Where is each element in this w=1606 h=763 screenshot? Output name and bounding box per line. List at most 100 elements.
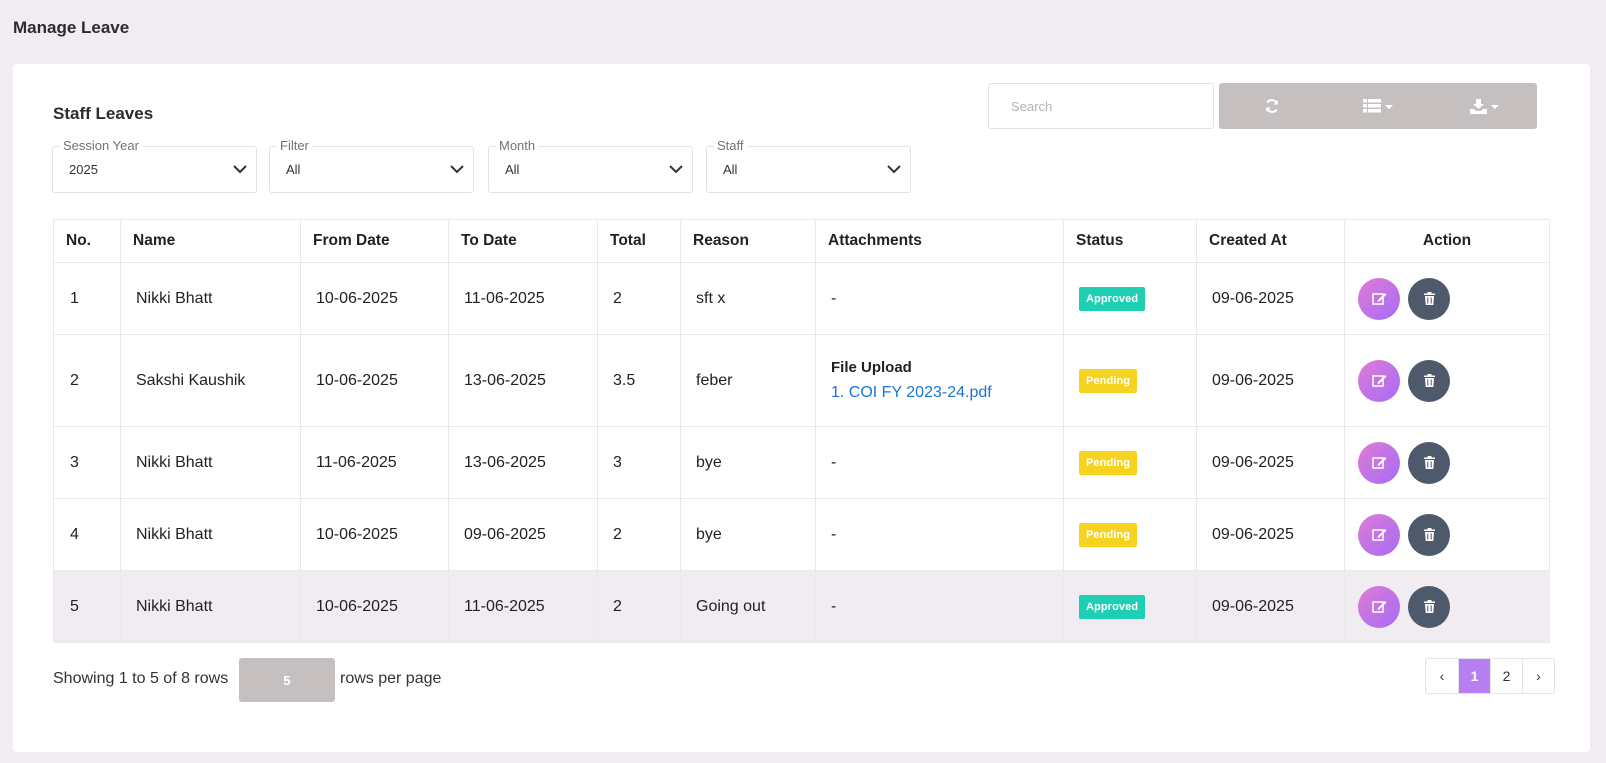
staff-value: All <box>723 162 738 177</box>
delete-button[interactable] <box>1408 513 1450 556</box>
refresh-icon <box>1266 99 1278 113</box>
chevron-down-icon <box>450 165 464 174</box>
chevron-down-icon <box>669 165 683 174</box>
session-year-label: Session Year <box>60 137 142 155</box>
chevron-down-icon <box>887 165 901 174</box>
column-header-attachments[interactable]: Attachments <box>815 219 1064 263</box>
delete-button[interactable] <box>1408 441 1450 484</box>
delete-button[interactable] <box>1408 277 1450 320</box>
column-header-created-at[interactable]: Created At <box>1196 219 1345 263</box>
next-page-button[interactable]: › <box>1522 659 1554 693</box>
row-to-date: 11-06-2025 <box>448 262 598 335</box>
table-row: 5 Nikki Bhatt 10-06-2025 11-06-2025 2 Go… <box>53 570 1550 643</box>
staff-label: Staff <box>714 137 747 155</box>
page-title: Manage Leave <box>13 18 130 37</box>
row-status-cell: Pending <box>1063 334 1197 427</box>
row-no: 1 <box>53 262 121 335</box>
month-select[interactable]: Month All <box>488 137 693 193</box>
row-from-date: 10-06-2025 <box>300 334 449 427</box>
row-no: 5 <box>53 570 121 643</box>
edit-icon <box>1371 375 1386 387</box>
row-status-cell: Approved <box>1063 262 1197 335</box>
trash-icon <box>1423 528 1435 541</box>
delete-button[interactable] <box>1408 359 1450 402</box>
pagination-info: Showing 1 to 5 of 8 rows <box>53 670 229 687</box>
column-header-name[interactable]: Name <box>120 219 301 263</box>
column-header-status[interactable]: Status <box>1063 219 1197 263</box>
row-from-date: 11-06-2025 <box>300 426 449 499</box>
trash-icon <box>1423 456 1435 469</box>
column-header-reason[interactable]: Reason <box>680 219 816 263</box>
row-actions <box>1344 262 1550 335</box>
chevron-down-icon <box>233 165 247 174</box>
status-badge: Pending <box>1079 368 1138 393</box>
row-reason: bye <box>680 498 816 571</box>
filter-select[interactable]: Filter All <box>269 137 474 193</box>
row-total: 3.5 <box>597 334 681 427</box>
edit-icon <box>1371 601 1386 613</box>
rows-per-page-label: rows per page <box>340 670 442 687</box>
row-total: 3 <box>597 426 681 499</box>
delete-button[interactable] <box>1408 585 1450 628</box>
table-toolbar <box>1219 83 1537 129</box>
row-total: 2 <box>597 498 681 571</box>
refresh-button[interactable] <box>1219 83 1325 129</box>
edit-button[interactable] <box>1358 585 1400 628</box>
session-year-select[interactable]: Session Year 2025 <box>52 137 257 193</box>
row-created-at: 09-06-2025 <box>1196 498 1345 571</box>
month-value: All <box>505 162 520 177</box>
columns-icon <box>1363 99 1381 113</box>
row-reason: feber <box>680 334 816 427</box>
export-button[interactable] <box>1431 83 1537 129</box>
row-actions <box>1344 498 1550 571</box>
row-actions <box>1344 426 1550 499</box>
row-actions <box>1344 334 1550 427</box>
row-status-cell: Pending <box>1063 498 1197 571</box>
month-label: Month <box>496 137 539 155</box>
column-header-total[interactable]: Total <box>597 219 681 263</box>
row-from-date: 10-06-2025 <box>300 498 449 571</box>
pagination: ‹ 1 2 › <box>1425 658 1555 694</box>
session-year-value: 2025 <box>69 162 98 177</box>
search-input[interactable] <box>988 83 1214 129</box>
column-header-from-date[interactable]: From Date <box>300 219 449 263</box>
filter-label: Filter <box>277 137 312 155</box>
edit-icon <box>1371 529 1386 541</box>
row-attachment: File Upload 1. COI FY 2023-24.pdf <box>815 334 1064 427</box>
row-total: 2 <box>597 262 681 335</box>
page-button-1[interactable]: 1 <box>1458 659 1490 693</box>
row-no: 3 <box>53 426 121 499</box>
row-name: Nikki Bhatt <box>120 426 301 499</box>
row-status-cell: Approved <box>1063 570 1197 643</box>
status-badge: Pending <box>1079 450 1138 475</box>
row-reason: bye <box>680 426 816 499</box>
column-header-no[interactable]: No. <box>53 219 121 263</box>
staff-select[interactable]: Staff All <box>706 137 911 193</box>
page-button-2[interactable]: 2 <box>1490 659 1522 693</box>
edit-button[interactable] <box>1358 513 1400 556</box>
trash-icon <box>1423 374 1435 387</box>
status-badge: Approved <box>1079 594 1146 619</box>
trash-icon <box>1423 600 1435 613</box>
attachment-link[interactable]: 1. COI FY 2023-24.pdf <box>831 384 1063 402</box>
table-row: 3 Nikki Bhatt 11-06-2025 13-06-2025 3 by… <box>53 426 1550 499</box>
edit-button[interactable] <box>1358 277 1400 320</box>
row-no: 2 <box>53 334 121 427</box>
filter-value: All <box>286 162 301 177</box>
table-header-row: No. Name From Date To Date Total Reason … <box>53 219 1550 263</box>
export-icon <box>1469 98 1487 114</box>
rows-per-page-select[interactable]: 5 <box>239 658 335 702</box>
row-created-at: 09-06-2025 <box>1196 262 1345 335</box>
edit-button[interactable] <box>1358 441 1400 484</box>
column-header-to-date[interactable]: To Date <box>448 219 598 263</box>
row-attachment: - <box>815 262 1064 335</box>
row-name: Sakshi Kaushik <box>120 334 301 427</box>
columns-toggle-button[interactable] <box>1325 83 1431 129</box>
row-attachment: - <box>815 498 1064 571</box>
row-no: 4 <box>53 498 121 571</box>
prev-page-button[interactable]: ‹ <box>1426 659 1458 693</box>
row-to-date: 09-06-2025 <box>448 498 598 571</box>
edit-button[interactable] <box>1358 359 1400 402</box>
row-to-date: 13-06-2025 <box>448 426 598 499</box>
row-actions <box>1344 570 1550 643</box>
